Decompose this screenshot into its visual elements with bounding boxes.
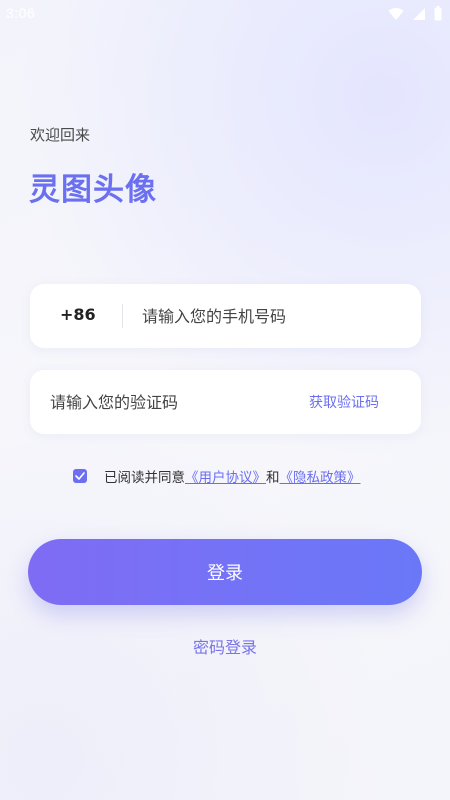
agreement-and-text: 和	[266, 470, 280, 486]
code-input-card: 获取验证码	[30, 370, 421, 434]
app-title: 灵图头像	[29, 172, 157, 208]
agreement-checkbox[interactable]	[73, 469, 87, 483]
login-button[interactable]: 登录	[28, 539, 422, 605]
country-code[interactable]: +86	[60, 305, 96, 324]
status-icons	[388, 6, 442, 21]
welcome-text: 欢迎回来	[30, 126, 91, 144]
phone-input[interactable]	[142, 304, 402, 328]
privacy-policy-link[interactable]: 《隐私政策》	[280, 466, 361, 486]
agreement-row: 已阅读并同意 《用户协议》 和 《隐私政策》	[73, 466, 361, 486]
battery-icon	[434, 6, 442, 21]
checkmark-icon	[75, 472, 85, 480]
status-bar: 3:06	[0, 0, 450, 30]
user-agreement-link[interactable]: 《用户协议》	[185, 466, 266, 486]
phone-input-card: +86	[30, 284, 421, 348]
divider	[122, 304, 123, 328]
signal-icon	[413, 7, 425, 20]
status-time: 3:06	[6, 5, 36, 21]
verification-code-input[interactable]	[50, 390, 290, 414]
agreement-prefix-text: 已阅读并同意	[104, 470, 185, 486]
get-code-button[interactable]: 获取验证码	[309, 392, 379, 412]
password-login-link[interactable]: 密码登录	[0, 634, 450, 658]
wifi-icon	[388, 7, 404, 20]
